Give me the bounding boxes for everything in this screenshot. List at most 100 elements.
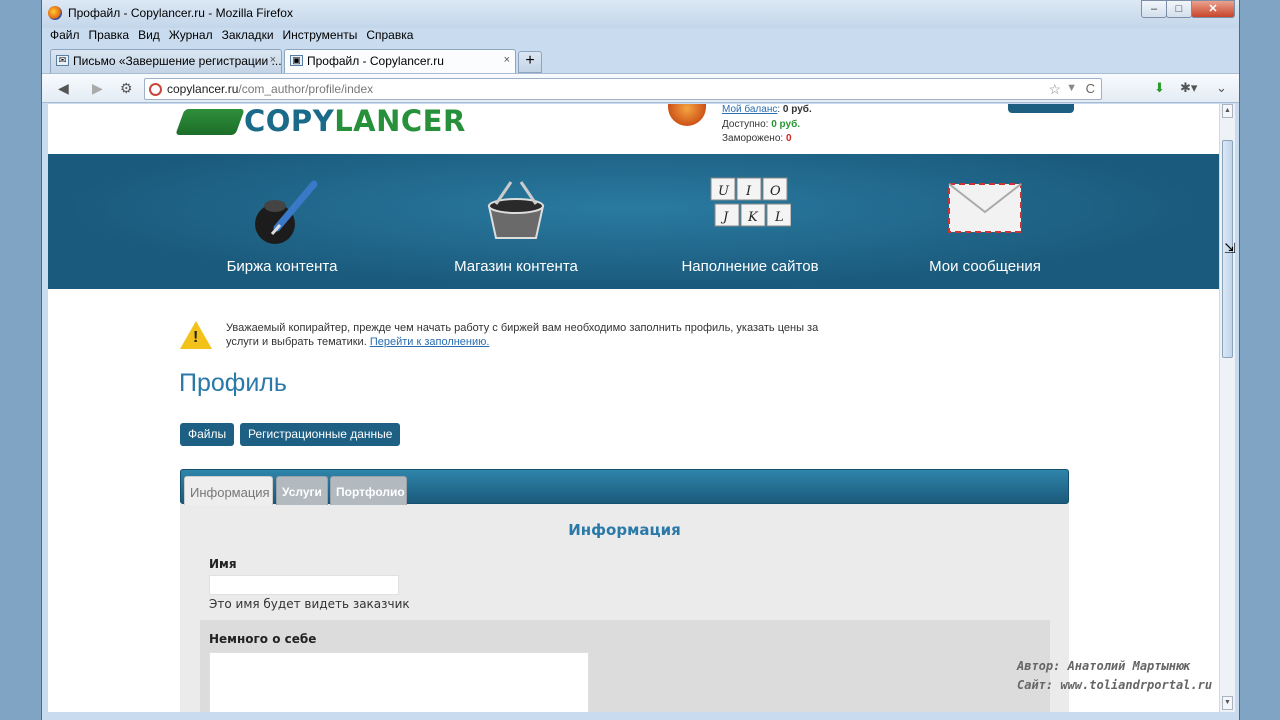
about-label: Немного о себе <box>209 632 317 646</box>
menu-bookmarks[interactable]: Закладки <box>222 28 274 46</box>
download-icon[interactable]: ⬇ <box>1154 80 1165 96</box>
watermark-site: Сайт: www.toliandrportal.ru <box>1017 678 1213 692</box>
fill-profile-link[interactable]: Перейти к заполнению. <box>370 336 490 348</box>
key-l: L <box>774 210 784 225</box>
warning-mark: ! <box>193 329 199 346</box>
section-title: Информация <box>568 521 681 539</box>
url-path: /com_author/profile/index <box>238 82 374 96</box>
site-identity-icon <box>149 83 162 96</box>
frozen-line: Заморожено: 0 <box>722 133 792 144</box>
menu-site-filling[interactable]: U I O J K L Наполнение сайтов <box>665 176 835 275</box>
logo-text: COPYLANCER <box>244 104 466 138</box>
new-tab-button[interactable]: + <box>518 51 542 73</box>
forward-button[interactable]: ▶ <box>92 80 103 97</box>
page-title: Профиль <box>179 369 287 397</box>
firefox-logo-icon <box>48 6 62 20</box>
tab-services[interactable]: Услуги <box>276 476 328 505</box>
maximize-button[interactable]: □ <box>1166 0 1192 18</box>
bookmark-star-icon[interactable]: ☆ <box>1048 81 1061 98</box>
shopping-basket-icon <box>431 176 601 246</box>
mouse-cursor-icon: ⇲ <box>1224 240 1236 256</box>
about-section: Немного о себе <box>200 620 1050 712</box>
balance-colon: : <box>777 104 781 115</box>
logout-button[interactable] <box>1008 104 1074 113</box>
menu-help[interactable]: Справка <box>366 28 413 46</box>
profile-notice: ! Уважаемый копирайтер, прежде чем начат… <box>178 319 878 359</box>
name-hint: Это имя будет видеть заказчик <box>209 597 410 611</box>
author-watermark: Автор: Анатолий Мартынюк Сайт: www.tolia… <box>1017 657 1212 695</box>
main-menu-banner: Биржа контента Магазин контента U I O J … <box>48 154 1219 289</box>
balance-line: Мой баланс: 0 руб. <box>722 104 812 115</box>
menu-label: Мои сообщения <box>929 258 1041 275</box>
balance-link[interactable]: Мой баланс <box>722 104 777 115</box>
browser-window: Профайл - Copylancer.ru - Mozilla Firefo… <box>41 0 1240 720</box>
name-label: Имя <box>209 557 237 571</box>
user-avatar-icon <box>668 104 706 126</box>
keyboard-keys-icon: U I O J K L <box>665 176 835 246</box>
minimize-button[interactable]: – <box>1141 0 1167 18</box>
menu-tools[interactable]: Инструменты <box>283 28 358 46</box>
menu-view[interactable]: Вид <box>138 28 160 46</box>
key-i: I <box>745 184 752 199</box>
reload-icon[interactable]: C <box>1086 81 1095 96</box>
window-title: Профайл - Copylancer.ru - Mozilla Firefo… <box>68 6 293 20</box>
tab-strip: ✉ Письмо «Завершение регистрации ... × ▣… <box>50 49 542 73</box>
profile-tab-bar: Информация Услуги Портфолио <box>180 469 1069 505</box>
available-label: Доступно: <box>722 119 769 130</box>
menu-bar: Файл Правка Вид Журнал Закладки Инструме… <box>50 28 422 46</box>
title-bar: Профайл - Copylancer.ru - Mozilla Firefo… <box>42 0 1239 28</box>
vertical-scrollbar[interactable]: ▲ ▼ <box>1219 104 1235 712</box>
scroll-up-icon[interactable]: ▲ <box>1222 104 1233 118</box>
notice-text: Уважаемый копирайтер, прежде чем начать … <box>226 322 819 348</box>
tab-information[interactable]: Информация <box>184 476 273 505</box>
logo-mark-icon <box>175 109 245 135</box>
address-bar[interactable]: copylancer.ru/com_author/profile/index ☆… <box>144 78 1102 100</box>
history-dropdown-icon[interactable]: ▼ <box>1066 82 1077 94</box>
identity-icon[interactable]: ⚙ <box>120 80 133 97</box>
ink-pen-icon <box>197 176 367 246</box>
menu-edit[interactable]: Правка <box>89 28 130 46</box>
tab-label: Профайл - Copylancer.ru <box>307 54 444 68</box>
available-value: 0 руб. <box>771 119 801 130</box>
frozen-label: Заморожено: <box>722 133 784 144</box>
page-viewport: COPYLANCER Мой баланс: 0 руб. Доступно: … <box>48 104 1219 712</box>
frozen-value: 0 <box>785 133 792 144</box>
window-controls: – □ ✕ <box>1141 0 1235 18</box>
key-o: O <box>770 184 781 199</box>
tab-mail[interactable]: ✉ Письмо «Завершение регистрации ... × <box>50 49 282 73</box>
key-k: K <box>747 210 759 225</box>
key-u: U <box>718 184 730 199</box>
addon-icon[interactable]: ✱▾ <box>1180 80 1197 96</box>
about-textarea[interactable] <box>209 652 589 712</box>
menu-label: Наполнение сайтов <box>681 258 819 275</box>
menu-chevron-icon[interactable]: ⌄ <box>1216 80 1227 96</box>
profile-panel: Информация Услуги Портфолио Информация И… <box>180 469 1069 712</box>
watermark-author: Автор: Анатолий Мартынюк <box>1017 659 1191 673</box>
menu-file[interactable]: Файл <box>50 28 80 46</box>
screen: Профайл - Copylancer.ru - Mozilla Firefo… <box>0 0 1280 720</box>
tab-profile[interactable]: ▣ Профайл - Copylancer.ru × <box>284 49 516 73</box>
scroll-down-icon[interactable]: ▼ <box>1222 696 1233 710</box>
tab-close-icon[interactable]: × <box>504 54 510 66</box>
logo-text-copy: COPY <box>244 104 335 138</box>
menu-label: Магазин контента <box>454 258 578 275</box>
name-input[interactable] <box>209 575 399 595</box>
menu-my-messages[interactable]: Мои сообщения <box>900 176 1070 275</box>
tab-close-icon[interactable]: × <box>270 54 276 66</box>
url-host: copylancer.ru <box>167 82 239 96</box>
notice-text-block: Уважаемый копирайтер, прежде чем начать … <box>226 321 846 349</box>
close-button[interactable]: ✕ <box>1191 0 1235 18</box>
files-button[interactable]: Файлы <box>180 423 235 446</box>
menu-content-exchange[interactable]: Биржа контента <box>197 176 367 275</box>
tab-portfolio[interactable]: Портфолио <box>330 476 407 505</box>
menu-history[interactable]: Журнал <box>169 28 213 46</box>
site-logo[interactable]: COPYLANCER <box>175 104 465 144</box>
navigation-bar: ◀ ▶ ⚙ copylancer.ru/com_author/profile/i… <box>42 73 1239 103</box>
menu-content-shop[interactable]: Магазин контента <box>431 176 601 275</box>
site-favicon-icon: ▣ <box>290 55 303 66</box>
back-button[interactable]: ◀ <box>58 80 69 97</box>
tab-label: Письмо «Завершение регистрации ... <box>73 54 282 68</box>
registration-data-button[interactable]: Регистрационные данные <box>240 423 401 446</box>
available-line: Доступно: 0 руб. <box>722 119 800 130</box>
menu-label: Биржа контента <box>226 258 338 275</box>
